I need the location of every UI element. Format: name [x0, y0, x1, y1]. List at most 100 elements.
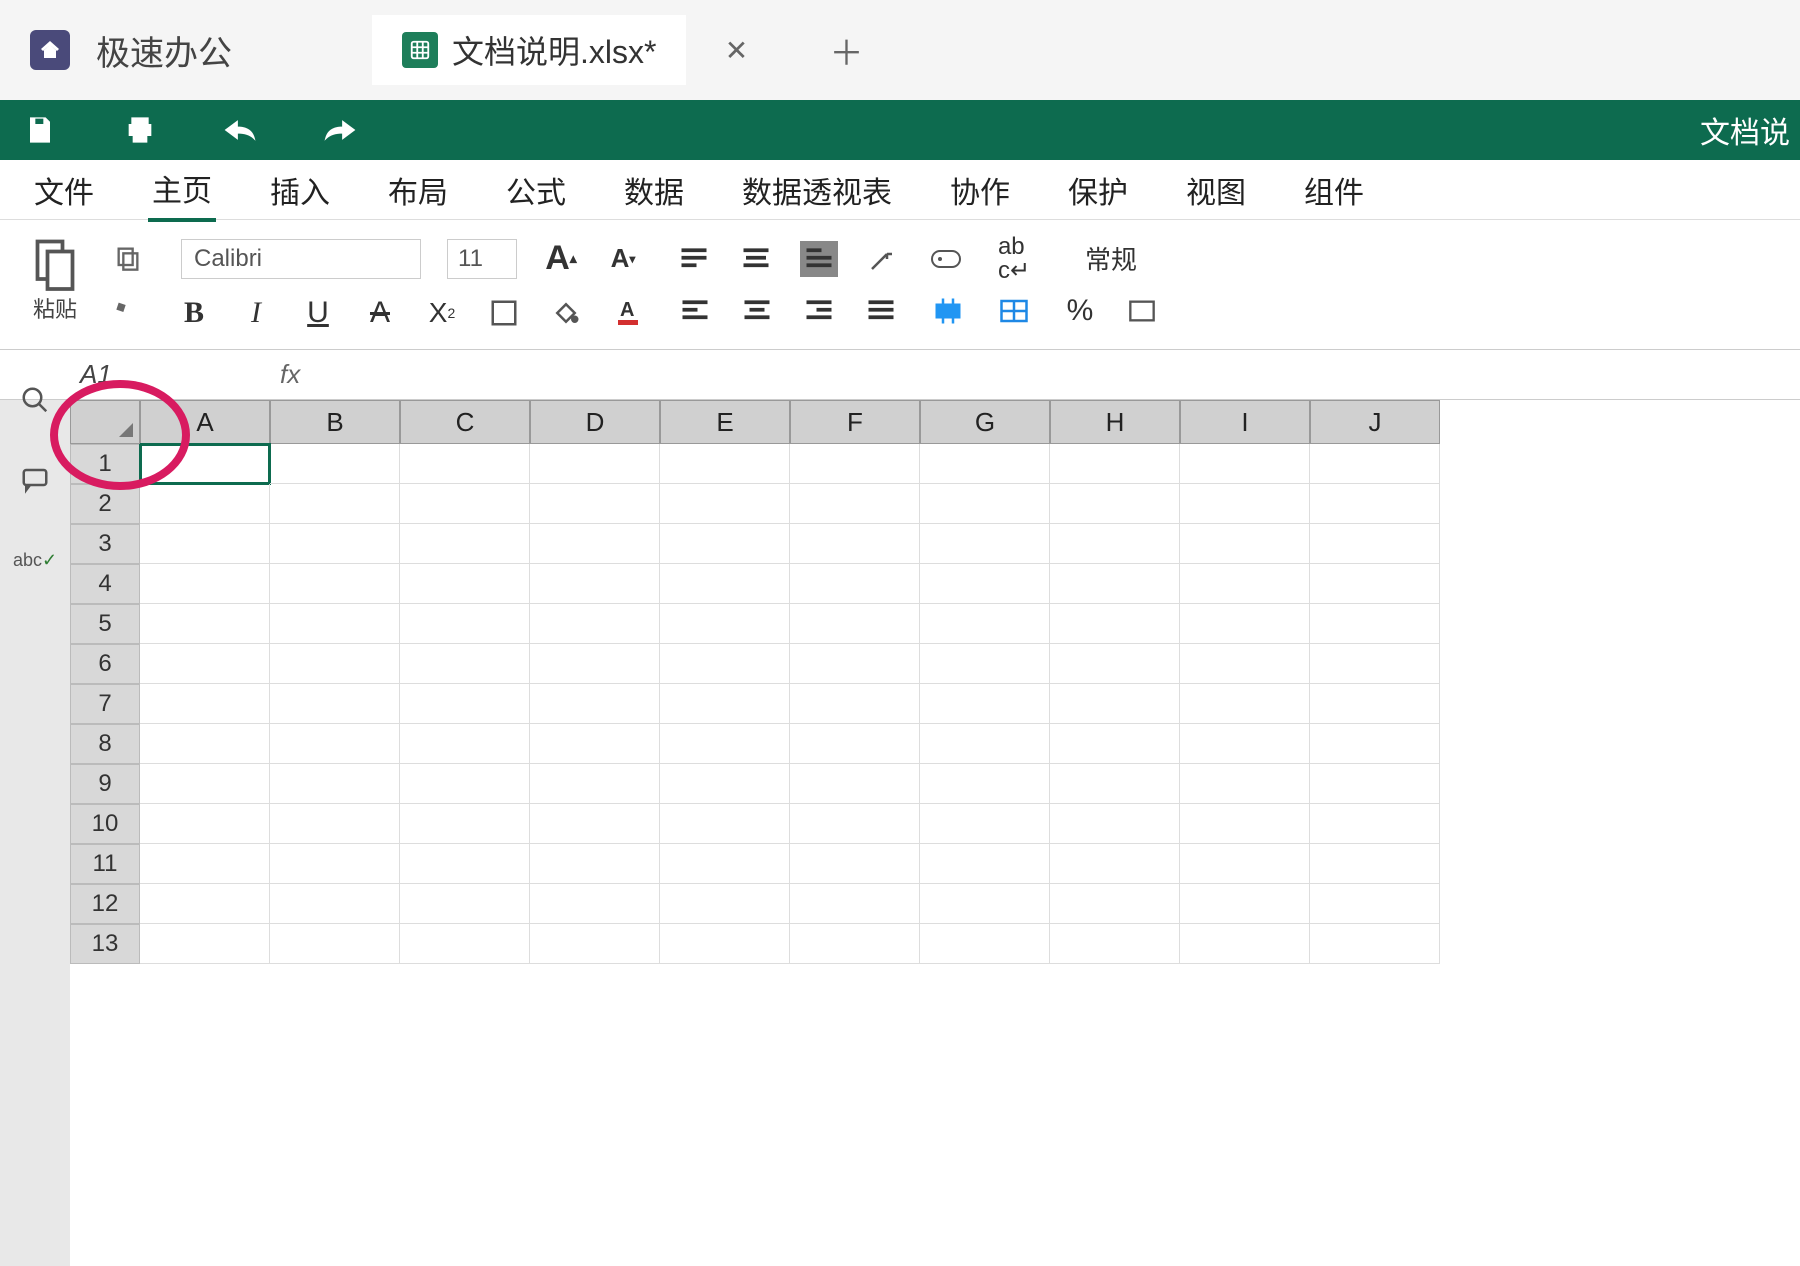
cell[interactable]	[790, 564, 920, 604]
cell[interactable]	[270, 604, 400, 644]
cell[interactable]	[660, 644, 790, 684]
cell[interactable]	[1050, 724, 1180, 764]
cell[interactable]	[660, 484, 790, 524]
cell[interactable]	[270, 724, 400, 764]
cell[interactable]	[790, 924, 920, 964]
font-size-select[interactable]: 11	[447, 239, 517, 279]
increase-font-button[interactable]: A▴	[543, 241, 579, 277]
align-right-button[interactable]	[801, 293, 837, 329]
cell[interactable]	[270, 644, 400, 684]
cell[interactable]	[790, 724, 920, 764]
cell[interactable]	[400, 604, 530, 644]
spreadsheet-grid[interactable]: A B C D E F G H I J 12345678910111213	[70, 400, 1800, 1266]
cell[interactable]	[400, 644, 530, 684]
cell[interactable]	[920, 884, 1050, 924]
menu-collab[interactable]: 协作	[946, 160, 1014, 220]
document-tab[interactable]: 文档说明.xlsx*	[372, 15, 686, 85]
cell[interactable]	[1310, 884, 1440, 924]
cell[interactable]	[270, 924, 400, 964]
cell[interactable]	[660, 604, 790, 644]
cell[interactable]	[1180, 484, 1310, 524]
cell[interactable]	[920, 804, 1050, 844]
row-header[interactable]: 3	[70, 524, 140, 564]
cell[interactable]	[400, 924, 530, 964]
cell[interactable]	[270, 804, 400, 844]
cell[interactable]	[1050, 804, 1180, 844]
comma-style-button[interactable]	[1124, 293, 1160, 329]
menu-pivot[interactable]: 数据透视表	[738, 160, 896, 220]
cell[interactable]	[1180, 684, 1310, 724]
col-header[interactable]: C	[400, 400, 530, 444]
row-header[interactable]: 8	[70, 724, 140, 764]
row-header[interactable]: 10	[70, 804, 140, 844]
row-header[interactable]: 9	[70, 764, 140, 804]
new-tab-button[interactable]: ＋	[816, 26, 876, 75]
menu-component[interactable]: 组件	[1300, 160, 1368, 220]
cell[interactable]	[1310, 564, 1440, 604]
cell[interactable]	[270, 844, 400, 884]
fx-label[interactable]: fx	[280, 359, 300, 390]
cell[interactable]	[790, 884, 920, 924]
cell[interactable]	[660, 844, 790, 884]
menu-layout[interactable]: 布局	[384, 160, 452, 220]
cell[interactable]	[1310, 604, 1440, 644]
align-middle-button[interactable]	[738, 241, 774, 277]
cell[interactable]	[400, 764, 530, 804]
cell[interactable]	[1310, 764, 1440, 804]
cell[interactable]	[920, 684, 1050, 724]
cell[interactable]	[920, 644, 1050, 684]
font-color-button[interactable]: A	[610, 295, 646, 331]
cell[interactable]	[530, 884, 660, 924]
cell[interactable]	[1050, 884, 1180, 924]
undo-button[interactable]	[220, 110, 260, 150]
cell[interactable]	[400, 884, 530, 924]
cell[interactable]	[660, 884, 790, 924]
cell[interactable]	[1310, 724, 1440, 764]
cell[interactable]	[660, 924, 790, 964]
cell[interactable]	[1180, 524, 1310, 564]
cell[interactable]	[1180, 564, 1310, 604]
cell[interactable]	[1180, 724, 1310, 764]
cell[interactable]	[270, 684, 400, 724]
col-header[interactable]: H	[1050, 400, 1180, 444]
cell[interactable]	[530, 604, 660, 644]
cell[interactable]	[530, 844, 660, 884]
row-header[interactable]: 5	[70, 604, 140, 644]
cell[interactable]	[140, 444, 270, 484]
cell[interactable]	[530, 724, 660, 764]
cell[interactable]	[270, 564, 400, 604]
row-header[interactable]: 4	[70, 564, 140, 604]
cell[interactable]	[140, 684, 270, 724]
cell[interactable]	[920, 844, 1050, 884]
cell[interactable]	[660, 764, 790, 804]
insert-cells-button[interactable]	[996, 293, 1032, 329]
cell[interactable]	[1050, 524, 1180, 564]
cell[interactable]	[1180, 444, 1310, 484]
cell[interactable]	[270, 484, 400, 524]
cell[interactable]	[790, 484, 920, 524]
cell[interactable]	[920, 484, 1050, 524]
cell[interactable]	[1310, 644, 1440, 684]
cell[interactable]	[270, 444, 400, 484]
bold-button[interactable]: B	[176, 295, 212, 331]
cell[interactable]	[400, 444, 530, 484]
cell[interactable]	[530, 484, 660, 524]
italic-button[interactable]: I	[238, 295, 274, 331]
cell[interactable]	[1180, 764, 1310, 804]
cell[interactable]	[400, 484, 530, 524]
col-header[interactable]: J	[1310, 400, 1440, 444]
cell[interactable]	[140, 564, 270, 604]
orientation-button[interactable]	[864, 241, 900, 277]
cell[interactable]	[1050, 444, 1180, 484]
cell[interactable]	[920, 924, 1050, 964]
cell[interactable]	[790, 524, 920, 564]
row-header[interactable]: 12	[70, 884, 140, 924]
save-button[interactable]	[20, 110, 60, 150]
percent-button[interactable]: %	[1062, 293, 1098, 329]
cell[interactable]	[1050, 844, 1180, 884]
cell[interactable]	[530, 644, 660, 684]
col-header[interactable]: B	[270, 400, 400, 444]
menu-formula[interactable]: 公式	[502, 160, 570, 220]
cell[interactable]	[530, 764, 660, 804]
cell[interactable]	[1310, 444, 1440, 484]
